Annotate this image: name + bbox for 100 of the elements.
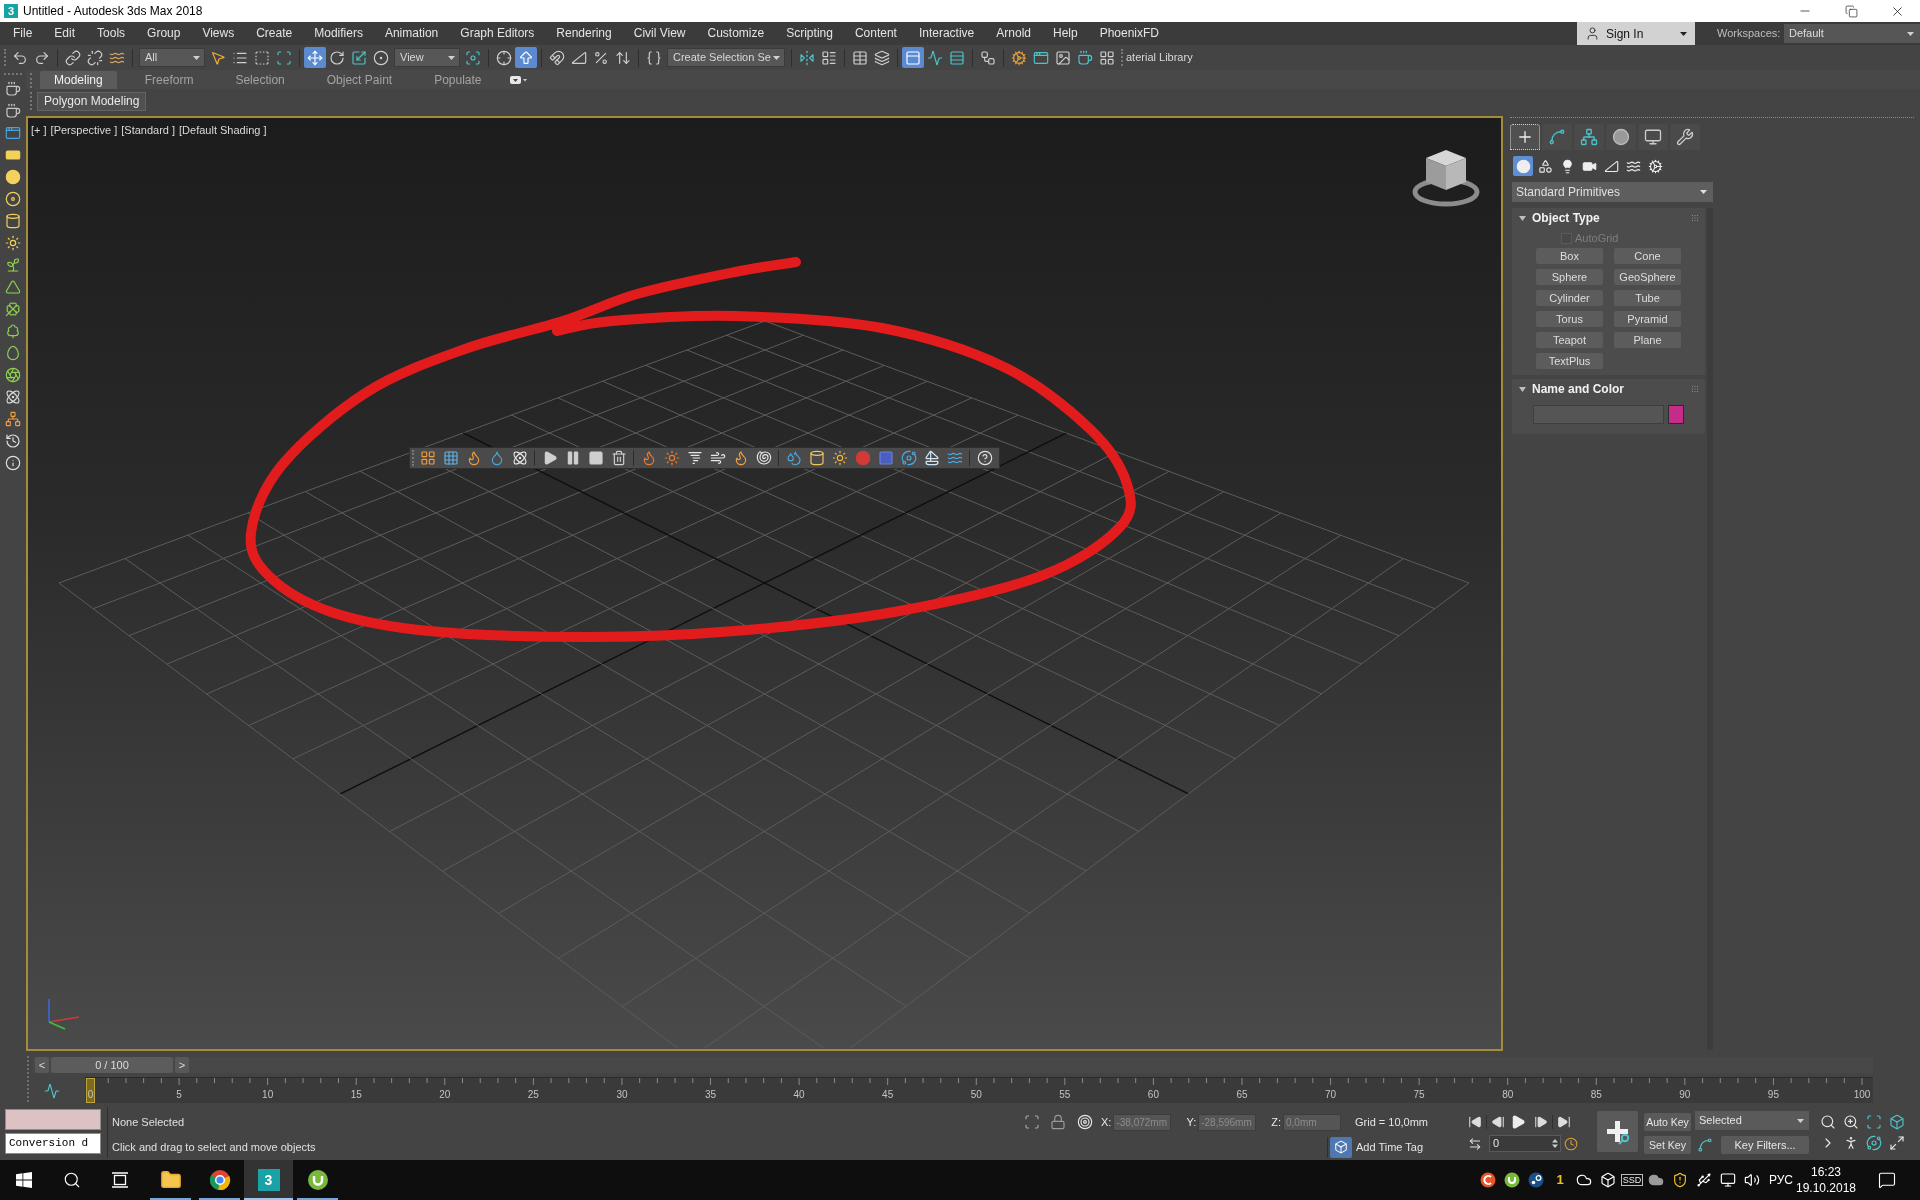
spiral-shell-icon[interactable] <box>755 450 772 466</box>
start-icon[interactable] <box>16 1172 32 1188</box>
dashed-square-icon[interactable] <box>254 49 270 66</box>
circle-icon[interactable] <box>5 169 21 185</box>
round-logo-icon[interactable] <box>1480 1172 1496 1188</box>
menu-item[interactable]: Create <box>245 22 304 45</box>
stop-icon[interactable] <box>587 450 604 466</box>
command-panel-tab[interactable] <box>1606 124 1636 150</box>
user-icon[interactable] <box>1585 26 1600 41</box>
mirror-icon[interactable] <box>799 49 815 66</box>
orbit-icon[interactable] <box>900 450 917 466</box>
play-icon[interactable] <box>1510 1114 1526 1130</box>
menu-item[interactable]: File <box>2 22 44 45</box>
object-type-button[interactable]: Torus <box>1536 311 1603 327</box>
box-icon[interactable] <box>1600 1172 1616 1188</box>
collapse-triangle-icon[interactable] <box>1519 214 1526 222</box>
track-bar[interactable]: 0 5 10 15 20 25 30 35 40 45 50 55 60 65 70 75 80 85 90 95 100 <box>85 1077 1873 1103</box>
rotate-icon[interactable] <box>329 49 345 66</box>
category-dropdown[interactable]: Standard Primitives <box>1512 182 1713 202</box>
rectangle-icon[interactable] <box>5 147 21 163</box>
menu-item[interactable]: Customize <box>696 22 776 45</box>
grid-icon[interactable] <box>1099 49 1115 66</box>
trash-icon[interactable] <box>610 450 627 466</box>
circle-icon[interactable] <box>1612 128 1630 146</box>
table-icon[interactable] <box>852 49 868 66</box>
sailboat-icon[interactable] <box>923 450 940 466</box>
ssd-indicator[interactable]: SSD <box>1620 1174 1644 1186</box>
grip-handle[interactable] <box>1121 49 1123 66</box>
magnifier-icon[interactable] <box>1820 1114 1836 1130</box>
task-view-icon[interactable] <box>111 1172 129 1188</box>
image-icon[interactable] <box>1055 49 1071 66</box>
magnet-icon[interactable] <box>549 49 565 66</box>
layers-icon[interactable] <box>874 49 890 66</box>
curve-frame-icon[interactable] <box>1548 128 1566 146</box>
percent-icon[interactable] <box>593 49 609 66</box>
menu-item[interactable]: Views <box>191 22 246 45</box>
braces-icon[interactable] <box>646 49 662 66</box>
object-type-button[interactable]: Teapot <box>1536 332 1603 348</box>
layout-list-icon[interactable] <box>821 49 837 66</box>
menu-item[interactable]: Civil View <box>622 22 697 45</box>
workflow-icon[interactable] <box>980 49 996 66</box>
lock-icon[interactable] <box>1050 1114 1066 1130</box>
redo-icon[interactable] <box>34 49 50 66</box>
plus-icon[interactable] <box>1516 128 1534 146</box>
zoom-in-icon[interactable] <box>1843 1114 1859 1130</box>
unlink-icon[interactable] <box>87 49 103 66</box>
shield-warning-icon[interactable] <box>1672 1172 1688 1188</box>
ribbon-tab[interactable]: Modeling <box>40 71 117 89</box>
clover-icon[interactable] <box>5 301 21 317</box>
aperture-icon[interactable] <box>5 367 21 383</box>
cloud-icon[interactable] <box>1648 1172 1664 1188</box>
viewport-label[interactable]: [Default Shading ] <box>179 122 267 139</box>
grid-icon[interactable] <box>442 450 459 466</box>
menu-item[interactable]: Graph Editors <box>449 22 546 45</box>
notification-icon[interactable] <box>1878 1171 1896 1189</box>
help-icon[interactable] <box>976 450 993 466</box>
wind-icon[interactable] <box>709 450 726 466</box>
key-set-dropdown[interactable]: Selected <box>1695 1111 1809 1130</box>
script-output-field[interactable]: Conversion d <box>5 1133 101 1154</box>
cube-icon[interactable] <box>1889 1114 1905 1130</box>
object-type-button[interactable]: Plane <box>1614 332 1681 348</box>
menu-item[interactable]: Modifiers <box>303 22 374 45</box>
rows-icon[interactable] <box>949 49 965 66</box>
pulse-line-icon[interactable] <box>44 1083 60 1099</box>
selection-filter-dropdown[interactable]: All <box>139 48 205 67</box>
cup-icon[interactable] <box>5 81 21 97</box>
undo-icon[interactable] <box>12 49 28 66</box>
scan-frame-icon[interactable] <box>276 49 292 66</box>
menu-item[interactable]: Content <box>843 22 908 45</box>
egg-icon[interactable] <box>5 345 21 361</box>
clock-time[interactable]: 16:23 <box>1811 1164 1841 1180</box>
restore-icon[interactable] <box>1844 4 1858 18</box>
ribbon-panel-button[interactable]: Polygon Modeling <box>37 91 147 111</box>
workspace-dropdown[interactable]: Default <box>1784 24 1920 43</box>
target-icon[interactable] <box>1077 1114 1093 1130</box>
color-swatch-icon[interactable] <box>1668 405 1684 424</box>
rollout-title[interactable]: Object Type <box>1532 209 1600 227</box>
object-type-button[interactable]: Pyramid <box>1614 311 1681 327</box>
history-icon[interactable] <box>5 433 21 449</box>
viewport-label[interactable]: [Perspective ] <box>50 122 118 139</box>
add-time-tag-label[interactable]: Add Time Tag <box>1356 1138 1424 1156</box>
coordinate-system-dropdown[interactable]: View <box>394 48 460 67</box>
round-logo-icon[interactable] <box>1504 1172 1520 1188</box>
wrench-icon[interactable] <box>1676 128 1694 146</box>
tray-badge[interactable]: 1 <box>1556 1170 1564 1190</box>
menu-item[interactable]: Arnold <box>985 22 1042 45</box>
atom-icon[interactable] <box>511 450 528 466</box>
menu-item[interactable]: Rendering <box>545 22 623 45</box>
set-key-big-button[interactable] <box>1597 1111 1638 1152</box>
script-input-field[interactable] <box>5 1109 101 1130</box>
time-slider-track[interactable]: < 0 / 100 > <box>33 1057 1873 1073</box>
object-type-button[interactable]: Tube <box>1614 290 1681 306</box>
focus-icon[interactable] <box>465 49 481 66</box>
key-filters-button[interactable]: Key Filters... <box>1721 1135 1809 1154</box>
info-icon[interactable] <box>5 455 21 471</box>
collapse-triangle-icon[interactable] <box>1519 385 1526 393</box>
menu-item[interactable]: Edit <box>43 22 87 45</box>
waves-icon[interactable] <box>946 450 963 466</box>
rollout-title[interactable]: Name and Color <box>1532 380 1624 398</box>
hierarchy-icon[interactable] <box>1580 128 1598 146</box>
